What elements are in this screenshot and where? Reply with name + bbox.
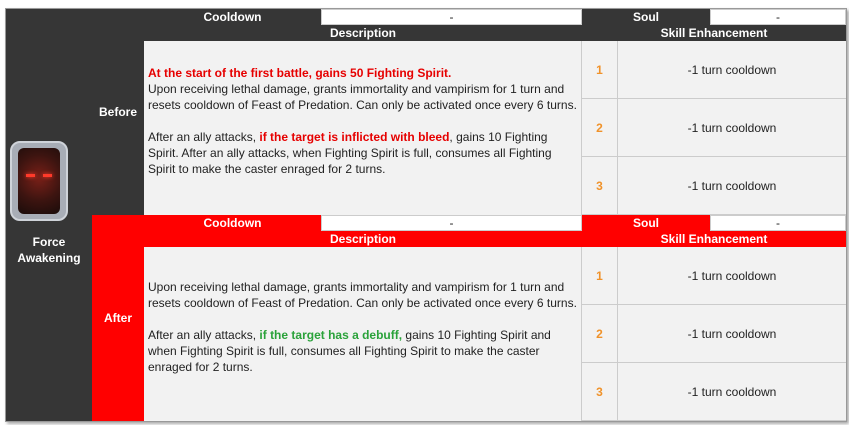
character-portrait-icon — [10, 141, 68, 221]
after-desc-condition-prefix: if — [259, 328, 271, 342]
after-desc-condition-green: the target has a debuff, — [270, 328, 403, 342]
eye-glow-left — [26, 174, 35, 177]
skill-table: Force Awakening Before Cooldown - Soul -… — [5, 8, 847, 422]
before-cooldown-value: - — [321, 9, 582, 25]
skill-name-line1: Force — [32, 235, 66, 249]
before-desc-text-2-pre: After an ally attacks, — [148, 130, 260, 144]
before-desc-paragraph-2: After an ally attacks, if the target is … — [148, 129, 577, 177]
after-phase-label: After — [92, 215, 144, 421]
after-cooldown-value: - — [321, 215, 582, 231]
before-desc-paragraph-1: At the start of the first battle, gains … — [148, 65, 577, 113]
before-enh-3-number: 3 — [582, 157, 618, 215]
before-enhancement-header: Skill Enhancement — [582, 25, 846, 41]
after-soul-value: - — [710, 215, 846, 231]
before-enh-1-text: -1 turn cooldown — [618, 41, 846, 99]
after-cooldown-label: Cooldown — [144, 215, 321, 231]
before-description: At the start of the first battle, gains … — [144, 41, 582, 215]
after-desc-text-2-pre: After an ally attacks, — [148, 328, 260, 342]
skill-name: Force Awakening — [6, 234, 92, 266]
before-desc-highlight-red: At the start of the first battle, gains … — [148, 66, 452, 80]
after-enh-2-number: 2 — [582, 305, 618, 363]
before-soul-label: Soul — [582, 9, 710, 25]
after-enh-1-number: 1 — [582, 247, 618, 305]
before-enh-2-number: 2 — [582, 99, 618, 157]
skill-column: Force Awakening — [6, 9, 92, 421]
before-description-header: Description — [144, 25, 582, 41]
after-soul-label: Soul — [582, 215, 710, 231]
before-soul-value: - — [710, 9, 846, 25]
after-description: Upon receiving lethal damage, grants imm… — [144, 247, 582, 421]
after-desc-paragraph-1: Upon receiving lethal damage, grants imm… — [148, 280, 577, 310]
skill-name-line2: Awakening — [17, 251, 81, 265]
after-description-header: Description — [144, 231, 582, 247]
portrait-face — [18, 148, 60, 214]
after-enh-3-number: 3 — [582, 363, 618, 421]
after-enhancement-header: Skill Enhancement — [582, 231, 846, 247]
before-enh-3-text: -1 turn cooldown — [618, 157, 846, 215]
after-enh-1-text: -1 turn cooldown — [618, 247, 846, 305]
before-phase-label: Before — [92, 9, 144, 215]
after-enh-3-text: -1 turn cooldown — [618, 363, 846, 421]
before-desc-text-1: Upon receiving lethal damage, grants imm… — [148, 82, 577, 112]
before-enh-1-number: 1 — [582, 41, 618, 99]
before-enh-2-text: -1 turn cooldown — [618, 99, 846, 157]
before-cooldown-label: Cooldown — [144, 9, 321, 25]
after-enh-2-text: -1 turn cooldown — [618, 305, 846, 363]
eye-glow-right — [43, 174, 52, 177]
before-desc-condition-red: if the target is inflicted with bleed — [259, 130, 450, 144]
after-desc-paragraph-2: After an ally attacks, if the target has… — [148, 327, 577, 375]
